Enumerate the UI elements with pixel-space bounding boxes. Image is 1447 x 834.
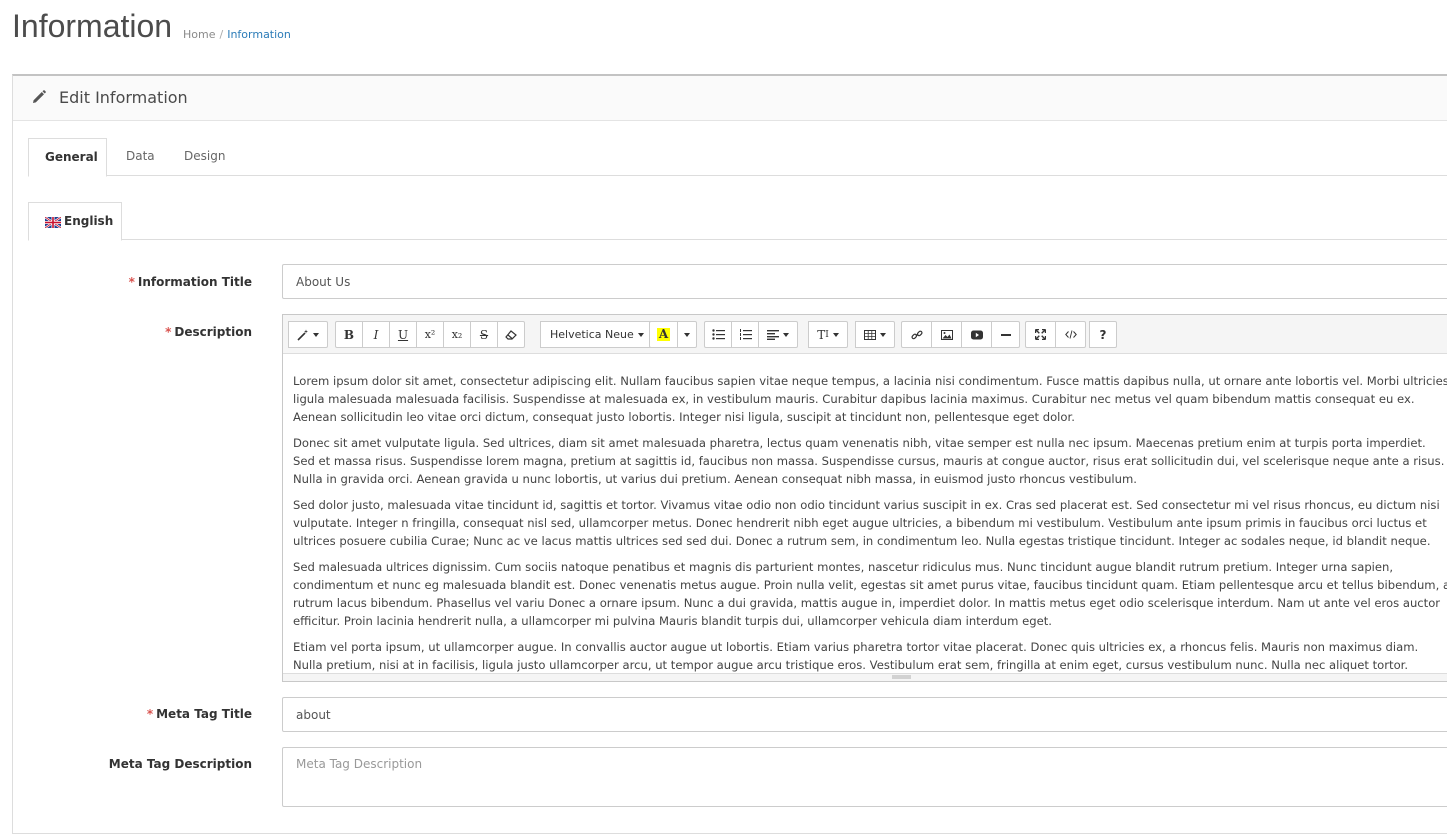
- bold-icon: B: [343, 327, 355, 342]
- editor-toolbar: B I U x² x₂ S Helvetica Neue A T I ?: [283, 315, 1447, 354]
- bold-button[interactable]: B: [335, 321, 363, 348]
- ordered-list-button[interactable]: [731, 321, 759, 348]
- insert-link-button[interactable]: [901, 321, 932, 348]
- description-editable-area[interactable]: Lorem ipsum dolor sit amet, consectetur …: [283, 354, 1447, 674]
- description-label: * Description: [165, 325, 252, 339]
- information-title-input[interactable]: [282, 264, 1447, 299]
- required-marker: *: [146, 707, 154, 721]
- align-left-icon: [767, 329, 779, 340]
- description-paragraph: Donec sit amet vulputate ligula. Sed ult…: [293, 436, 1445, 486]
- information-title-label-text: Information Title: [137, 275, 252, 289]
- required-marker: *: [128, 275, 135, 289]
- font-size-icon: T: [817, 327, 826, 342]
- meta-tag-title-label-text: Meta Tag Title: [156, 707, 252, 721]
- meta-tag-description-label: Meta Tag Description: [108, 757, 252, 771]
- horizontal-rule-button[interactable]: [991, 321, 1020, 348]
- superscript-icon: x²: [424, 328, 436, 341]
- fullscreen-button[interactable]: [1025, 321, 1056, 348]
- pencil-icon: [33, 90, 46, 103]
- breadcrumb: Home / Information: [183, 28, 291, 41]
- meta-tag-description-textarea[interactable]: [282, 747, 1447, 807]
- font-size-icon-small: I: [825, 329, 829, 340]
- underline-icon: U: [397, 327, 409, 342]
- strikethrough-button[interactable]: S: [470, 321, 498, 348]
- code-view-button[interactable]: [1055, 321, 1086, 348]
- code-icon: [1064, 330, 1077, 339]
- font-family-value: Helvetica Neue: [550, 328, 634, 341]
- superscript-button[interactable]: x²: [416, 321, 444, 348]
- panel-heading: Edit Information: [13, 76, 1447, 121]
- font-family-dropdown[interactable]: Helvetica Neue: [540, 321, 654, 348]
- editor-resize-bar[interactable]: [283, 673, 1447, 681]
- video-icon: [970, 330, 983, 339]
- help-icon: ?: [1099, 327, 1107, 342]
- highlight-color-icon: A: [656, 327, 671, 341]
- main-tabs: General Data Design: [28, 138, 1447, 177]
- description-label-text: Description: [174, 325, 252, 339]
- panel-title: Edit Information: [59, 88, 188, 107]
- fullscreen-icon: [1035, 329, 1046, 340]
- uk-flag-icon: [45, 217, 61, 228]
- image-icon: [940, 329, 953, 340]
- magic-wand-icon: [297, 329, 308, 341]
- description-paragraph: Lorem ipsum dolor sit amet, consectetur …: [293, 374, 1447, 424]
- insert-video-button[interactable]: [961, 321, 992, 348]
- chevron-down-icon: [637, 332, 644, 337]
- page-title: Information: [12, 8, 173, 44]
- meta-tag-title-input[interactable]: [282, 697, 1447, 732]
- chevron-down-icon: [880, 332, 886, 337]
- breadcrumb-separator: /: [219, 28, 224, 41]
- language-tabs: English: [28, 202, 1447, 241]
- tab-data[interactable]: Data: [110, 138, 171, 176]
- strikethrough-icon: S: [479, 327, 489, 342]
- description-paragraph: Sed malesuada ultrices dignissim. Cum so…: [293, 560, 1447, 628]
- highlight-color-button[interactable]: A: [649, 321, 678, 348]
- breadcrumb-information-link[interactable]: Information: [227, 28, 291, 41]
- chevron-down-icon: [783, 332, 789, 337]
- tab-design[interactable]: Design: [168, 138, 241, 176]
- italic-button[interactable]: I: [362, 321, 390, 348]
- subscript-icon: x₂: [451, 328, 463, 341]
- numbered-list-icon: [739, 329, 752, 340]
- horizontal-rule-icon: [1000, 333, 1011, 336]
- underline-button[interactable]: U: [389, 321, 417, 348]
- font-size-dropdown[interactable]: TI: [808, 321, 848, 348]
- bullet-list-icon: [711, 329, 725, 340]
- breadcrumb-home-link[interactable]: Home: [183, 28, 215, 41]
- subscript-button[interactable]: x₂: [443, 321, 471, 348]
- chevron-down-icon: [832, 332, 839, 337]
- chevron-down-icon: [684, 332, 690, 337]
- color-picker-dropdown[interactable]: [677, 321, 697, 348]
- table-icon: [864, 329, 876, 340]
- description-editor: B I U x² x₂ S Helvetica Neue A T I ? Lor…: [282, 314, 1447, 682]
- meta-tag-title-label: * Meta Tag Title: [147, 707, 252, 721]
- unordered-list-button[interactable]: [704, 321, 732, 348]
- description-paragraph: Sed dolor justo, malesuada vitae tincidu…: [293, 498, 1440, 548]
- description-paragraph: Etiam vel porta ipsum, ut ullamcorper au…: [293, 640, 1419, 672]
- tab-general[interactable]: General: [28, 138, 107, 177]
- clear-format-button[interactable]: [497, 321, 525, 348]
- magic-style-button[interactable]: [288, 321, 328, 348]
- resize-grip-icon: [892, 675, 911, 679]
- information-title-label: * Information Title: [129, 275, 252, 289]
- italic-icon: I: [373, 327, 379, 342]
- paragraph-align-dropdown[interactable]: [758, 321, 798, 348]
- eraser-icon: [505, 329, 517, 340]
- chevron-down-icon: [313, 332, 319, 337]
- help-button[interactable]: ?: [1089, 321, 1117, 348]
- insert-image-button[interactable]: [931, 321, 962, 348]
- required-marker: *: [165, 325, 172, 339]
- link-icon: [910, 330, 923, 339]
- table-dropdown[interactable]: [855, 321, 895, 348]
- tab-language-label: English: [64, 214, 114, 228]
- tab-language-english[interactable]: English: [28, 202, 122, 241]
